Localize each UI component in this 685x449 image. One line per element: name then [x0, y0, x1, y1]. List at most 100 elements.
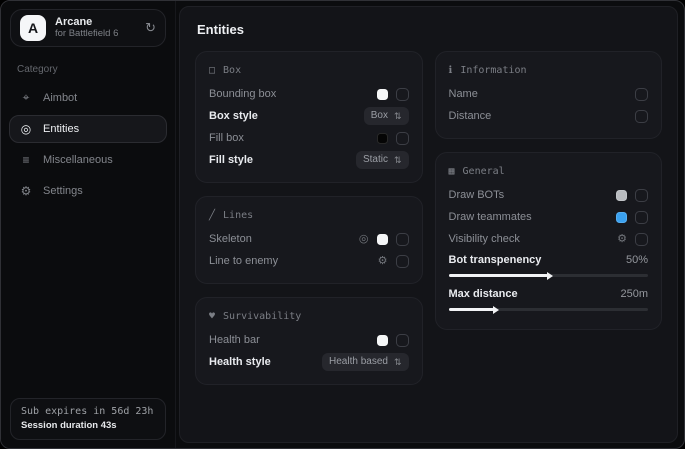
box-style-select-value: Box — [371, 110, 388, 122]
panel-header-general: ▦General — [449, 166, 649, 177]
slider-fill — [449, 274, 549, 277]
health-bar-label: Health bar — [209, 334, 369, 346]
row-name: Name — [449, 83, 649, 105]
draw-teammates-label: Draw teammates — [449, 211, 609, 223]
line-to-enemy-label: Line to enemy — [209, 255, 370, 267]
bounding-box-color-swatch[interactable] — [377, 89, 388, 100]
row-skeleton: Skeleton◎ — [209, 228, 409, 250]
app-logo: A — [20, 15, 46, 41]
row-health-style: Health style Health based⇅ — [209, 351, 409, 373]
skeleton-checkbox[interactable] — [396, 233, 409, 246]
row-bot-transpenency: Bot transpenency50% — [449, 250, 649, 284]
visibility-check-checkbox[interactable] — [635, 233, 648, 246]
gear-icon[interactable]: ⚙ — [617, 234, 627, 245]
max-distance-slider[interactable] — [449, 308, 649, 311]
panel-title: Box — [223, 65, 241, 76]
fill-style-select-value: Static — [363, 154, 388, 166]
fill-style-label: Fill style — [209, 154, 348, 166]
row-fill-style: Fill style Static ⇅ — [209, 149, 409, 171]
sliders-icon: ≡ — [19, 153, 33, 167]
grid-icon: ▦ — [449, 166, 455, 177]
chevron-updown-icon: ⇅ — [394, 155, 402, 166]
chevron-updown-icon: ⇅ — [394, 357, 402, 368]
name-label: Name — [449, 88, 628, 100]
sync-icon[interactable]: ↻ — [145, 20, 156, 36]
subscription-card: Sub expires in 56d 23h Session duration … — [10, 398, 166, 440]
skeleton-color-swatch[interactable] — [377, 234, 388, 245]
panel-lines: ╱LinesSkeleton◎Line to enemy⚙ — [195, 196, 423, 284]
health-bar-checkbox[interactable] — [396, 334, 409, 347]
visibility-check-label: Visibility check — [449, 233, 610, 245]
panel-title: Lines — [223, 210, 253, 221]
sidebar-item-label: Settings — [43, 185, 83, 197]
app-card: A Arcane for Battlefield 6 ↻ — [10, 9, 166, 47]
fill-box-color-swatch[interactable] — [377, 133, 388, 144]
panel-survivability: ♥SurvivabilityHealth barHealth styleHeal… — [195, 297, 423, 385]
box-style-label: Box style — [209, 110, 356, 122]
name-checkbox[interactable] — [635, 88, 648, 101]
row-visibility-check: Visibility check ⚙ — [449, 228, 649, 250]
draw-bots-label: Draw BOTs — [449, 189, 609, 201]
panel-box: □BoxBounding boxBox styleBox⇅Fill boxFil… — [195, 51, 423, 183]
panel-header-survivability: ♥ Survivability — [209, 311, 409, 322]
bounding-box-label: Bounding box — [209, 88, 369, 100]
draw-bots-checkbox[interactable] — [635, 189, 648, 202]
row-draw-bots: Draw BOTs — [449, 184, 649, 206]
target-icon[interactable]: ◎ — [359, 234, 369, 245]
info-icon: ℹ — [449, 65, 453, 76]
slider-fill — [449, 308, 495, 311]
draw-bots-color-swatch[interactable] — [616, 190, 627, 201]
category-label: Category — [17, 64, 175, 75]
fill-style-select[interactable]: Static ⇅ — [356, 151, 409, 169]
crosshair-icon: ⌖ — [19, 90, 33, 105]
sidebar-item-label: Miscellaneous — [43, 154, 113, 166]
panel-title: Survivability — [223, 311, 301, 322]
box-style-select[interactable]: Box⇅ — [364, 107, 409, 125]
line-to-enemy-checkbox[interactable] — [396, 255, 409, 268]
distance-label: Distance — [449, 110, 628, 122]
panel-information: ℹ Information Name Distance — [435, 51, 663, 139]
health-bar-color-swatch[interactable] — [377, 335, 388, 346]
main-area: Entities □BoxBounding boxBox styleBox⇅Fi… — [176, 1, 684, 448]
sidebar-item-miscellaneous[interactable]: ≡ Miscellaneous — [9, 146, 167, 174]
bounding-box-checkbox[interactable] — [396, 88, 409, 101]
bot-transpenency-label: Bot transpenency — [449, 254, 626, 266]
sidebar-item-entities[interactable]: ◎Entities — [9, 115, 167, 143]
session-duration-text: Session duration 43s — [21, 420, 155, 431]
max-distance-label: Max distance — [449, 288, 621, 300]
gear-icon[interactable]: ⚙ — [378, 256, 388, 267]
app-meta: Arcane for Battlefield 6 — [55, 16, 118, 41]
gear-icon: ⚙ — [19, 184, 33, 198]
sidebar-item-settings[interactable]: ⚙ Settings — [9, 177, 167, 205]
max-distance-value: 250m — [620, 288, 648, 300]
user-scan-icon: ◎ — [19, 122, 33, 136]
distance-checkbox[interactable] — [635, 110, 648, 123]
left-column: □BoxBounding boxBox styleBox⇅Fill boxFil… — [195, 51, 423, 398]
main-panel: Entities □BoxBounding boxBox styleBox⇅Fi… — [179, 6, 678, 443]
page-title: Entities — [197, 22, 662, 37]
row-box-style: Box style Box⇅ — [209, 105, 409, 127]
app-window: A Arcane for Battlefield 6 ↻ Category ⌖A… — [0, 0, 685, 449]
heart-icon: ♥ — [209, 311, 215, 322]
right-column: ℹ Information Name Distance ▦General Draw BOT… — [435, 51, 663, 343]
panel-header-information: ℹ Information — [449, 65, 649, 76]
sidebar: A Arcane for Battlefield 6 ↻ Category ⌖A… — [1, 1, 176, 448]
draw-teammates-color-swatch[interactable] — [616, 212, 627, 223]
draw-teammates-checkbox[interactable] — [635, 211, 648, 224]
health-style-label: Health style — [209, 356, 314, 368]
panel-title: Information — [460, 65, 526, 76]
panel-header-box: □ Box — [209, 65, 409, 76]
panel-general: ▦General Draw BOTs Draw teammates Visibilit… — [435, 152, 663, 330]
fill-box-checkbox[interactable] — [396, 132, 409, 145]
row-draw-teammates: Draw teammates — [449, 206, 649, 228]
row-health-bar: Health bar — [209, 329, 409, 351]
row-fill-box: Fill box — [209, 127, 409, 149]
box-corners-icon: □ — [209, 65, 215, 76]
bot-transpenency-slider[interactable] — [449, 274, 649, 277]
slider-head: Max distance250m — [449, 288, 649, 300]
row-max-distance: Max distance250m — [449, 284, 649, 318]
health-style-select[interactable]: Health based⇅ — [322, 353, 408, 371]
row-bounding-box: Bounding box — [209, 83, 409, 105]
sidebar-nav: ⌖Aimbot ◎Entities ≡ Miscellaneous ⚙ Settings — [1, 80, 175, 208]
sidebar-item-aimbot[interactable]: ⌖Aimbot — [9, 83, 167, 112]
